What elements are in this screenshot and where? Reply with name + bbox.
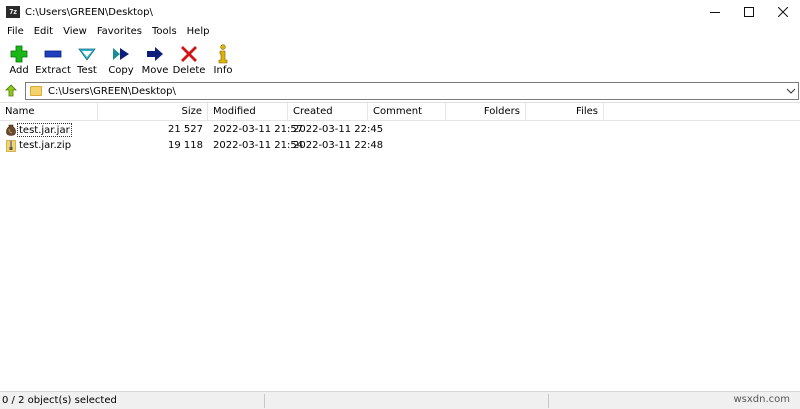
info-button[interactable]: Info — [206, 41, 240, 79]
minimize-button[interactable] — [698, 0, 732, 24]
file-modified: 2022-03-11 21:57 — [213, 124, 304, 135]
menu-view[interactable]: View — [58, 24, 92, 40]
column-folders[interactable]: Folders — [446, 103, 526, 121]
plus-icon — [9, 43, 29, 65]
delete-button[interactable]: Delete — [172, 41, 206, 79]
file-size: 21 527 — [168, 124, 203, 135]
status-divider — [548, 394, 549, 408]
toolbar: Add Extract Test Copy Move Delete Info — [0, 41, 800, 79]
info-label: Info — [213, 65, 233, 76]
test-label: Test — [77, 65, 97, 76]
minimize-icon — [710, 12, 720, 13]
column-comment[interactable]: Comment — [368, 103, 446, 121]
file-created: 2022-03-11 22:48 — [293, 140, 384, 151]
delete-label: Delete — [172, 65, 206, 76]
menu-help[interactable]: Help — [182, 24, 215, 40]
column-created[interactable]: Created — [288, 103, 368, 121]
up-folder-icon — [5, 84, 17, 97]
file-size: 19 118 — [168, 140, 203, 151]
folder-icon — [30, 86, 42, 96]
file-name: test.jar.jar — [17, 123, 72, 137]
watermark-text: wsxdn.com — [733, 394, 790, 405]
file-created: 2022-03-11 22:45 — [293, 124, 384, 135]
column-header: Name Size Modified Created Comment Folde… — [0, 103, 800, 121]
file-name: test.jar.zip — [19, 140, 72, 151]
status-bar: 0 / 2 object(s) selected wsxdn.com — [0, 391, 800, 409]
copy-label: Copy — [108, 65, 134, 76]
path-text: C:\Users\GREEN\Desktop\ — [48, 85, 176, 97]
test-button[interactable]: Test — [70, 41, 104, 79]
extract-label: Extract — [35, 65, 71, 76]
app-7zip-icon: 7z — [6, 6, 20, 18]
file-modified: 2022-03-11 21:54 — [213, 140, 304, 151]
add-label: Add — [9, 65, 29, 76]
table-row[interactable]: test.jar.zip 19 118 2022-03-11 21:54 202… — [0, 138, 800, 154]
address-bar: C:\Users\GREEN\Desktop\ — [0, 81, 800, 101]
menu-file[interactable]: File — [2, 24, 29, 40]
table-row[interactable]: test.jar.jar 21 527 2022-03-11 21:57 202… — [0, 122, 800, 138]
maximize-button[interactable] — [732, 0, 766, 24]
status-divider — [264, 394, 265, 408]
column-name[interactable]: Name — [0, 103, 98, 121]
zip-icon — [6, 140, 16, 152]
copy-button[interactable]: Copy — [104, 41, 138, 79]
menu-tools[interactable]: Tools — [147, 24, 182, 40]
maximize-icon — [744, 7, 754, 17]
x-icon — [179, 43, 199, 65]
info-icon — [213, 43, 233, 65]
move-button[interactable]: Move — [138, 41, 172, 79]
column-modified[interactable]: Modified — [208, 103, 288, 121]
window-title: C:\Users\GREEN\Desktop\ — [25, 6, 153, 18]
menu-bar: File Edit View Favorites Tools Help — [0, 24, 800, 40]
file-list[interactable]: Name Size Modified Created Comment Folde… — [0, 102, 800, 390]
window-controls — [698, 0, 800, 24]
minus-icon — [43, 43, 63, 65]
arrow-right-icon — [145, 43, 165, 65]
path-combobox[interactable]: C:\Users\GREEN\Desktop\ — [25, 82, 799, 100]
column-files[interactable]: Files — [526, 103, 604, 121]
extract-button[interactable]: Extract — [35, 41, 71, 79]
column-size[interactable]: Size — [98, 103, 208, 121]
jar-icon — [6, 124, 16, 136]
title-bar: 7z C:\Users\GREEN\Desktop\ — [0, 0, 800, 24]
menu-favorites[interactable]: Favorites — [92, 24, 147, 40]
parent-folder-button[interactable] — [2, 81, 20, 101]
check-icon — [77, 43, 97, 65]
double-arrow-icon — [111, 43, 131, 65]
menu-edit[interactable]: Edit — [29, 24, 58, 40]
close-button[interactable] — [766, 0, 800, 24]
chevron-down-icon[interactable] — [786, 86, 796, 96]
add-button[interactable]: Add — [2, 41, 36, 79]
move-label: Move — [141, 65, 169, 76]
close-icon — [778, 7, 788, 17]
selection-status: 0 / 2 object(s) selected — [2, 395, 117, 406]
